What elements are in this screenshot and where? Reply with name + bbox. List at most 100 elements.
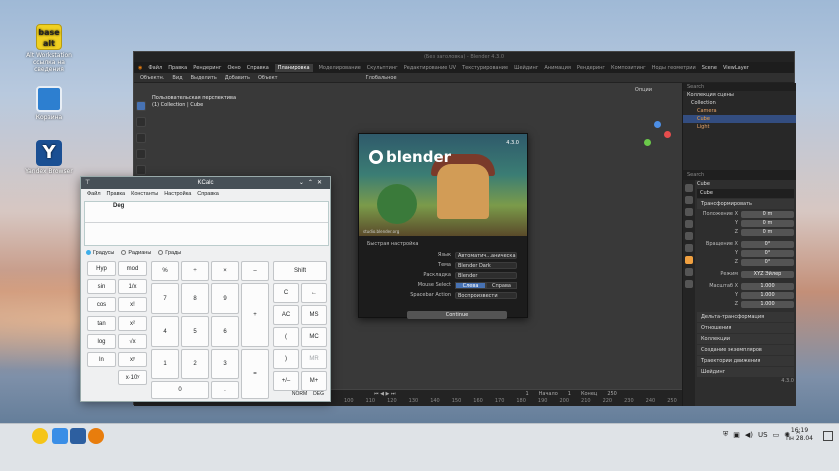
gizmo-x-axis[interactable] <box>664 131 671 138</box>
render-tab-icon[interactable] <box>685 196 693 204</box>
show-desktop-icon[interactable] <box>823 431 833 441</box>
workspace-tab[interactable]: Анимация <box>544 65 570 71</box>
workspace-tab[interactable]: Редактирование UV <box>404 65 456 71</box>
window-controls[interactable]: ⌄⌃✕ <box>299 177 326 189</box>
blender-logo-icon[interactable]: ◉ <box>138 65 142 71</box>
mouse-select-left[interactable]: Слева <box>455 281 486 289</box>
menu-add[interactable]: Добавить <box>225 75 250 81</box>
digit-5-button[interactable]: 5 <box>181 316 209 347</box>
radio-grads[interactable]: Грады <box>158 250 181 256</box>
digit-1-button[interactable]: 1 <box>151 349 179 379</box>
radio-degrees[interactable]: Градусы <box>86 250 114 256</box>
location-x-field[interactable]: 0 m <box>741 211 794 218</box>
collections-section[interactable]: Коллекции <box>697 334 794 344</box>
radio-radians[interactable]: Радианы <box>121 250 151 256</box>
menu-settings[interactable]: Настройка <box>164 191 191 197</box>
backspace-button[interactable]: ← <box>301 283 327 303</box>
menu-constants[interactable]: Константы <box>131 191 158 197</box>
physics-tab-icon[interactable] <box>685 280 693 288</box>
menu-help[interactable]: Справка <box>197 191 219 197</box>
modifier-tab-icon[interactable] <box>685 268 693 276</box>
square-button[interactable]: x² <box>118 316 147 331</box>
start-frame[interactable]: 1 <box>568 391 571 397</box>
cursor-tool-icon[interactable] <box>136 117 146 127</box>
plus-button[interactable]: + <box>241 283 269 347</box>
gizmo-z-axis[interactable] <box>654 121 661 128</box>
menu-window[interactable]: Окно <box>227 65 240 71</box>
digit-4-button[interactable]: 4 <box>151 316 179 347</box>
tan-button[interactable]: tan <box>87 316 116 331</box>
clock[interactable]: 16:19 пн 28.04 <box>786 427 813 443</box>
digit-3-button[interactable]: 3 <box>211 349 239 379</box>
right-paren-button[interactable]: ) <box>273 349 299 369</box>
menu-file[interactable]: Файл <box>87 191 101 197</box>
menu-file[interactable]: Файл <box>148 65 162 71</box>
scene-selector[interactable]: Scene <box>702 65 717 71</box>
clear-button[interactable]: C <box>273 283 299 303</box>
spacebar-select[interactable]: Воспроизвести <box>455 291 517 299</box>
pin-icon[interactable]: ⊤ <box>85 177 90 189</box>
volume-icon[interactable]: ◀) <box>745 431 753 439</box>
transform-section[interactable]: Трансформировать <box>697 199 794 209</box>
view-layer-tab-icon[interactable] <box>685 220 693 228</box>
desktop-icon-alt-info[interactable]: base alt Alt Workstation ссылка на сведе… <box>20 24 78 74</box>
kcalc-titlebar[interactable]: ⊤ KCalc ⌄⌃✕ <box>81 177 330 189</box>
menu-select[interactable]: Выделить <box>191 75 217 81</box>
location-z-field[interactable]: 0 m <box>741 229 794 236</box>
workspace-tab-layout[interactable]: Планировка <box>274 63 313 72</box>
shading-section[interactable]: Шейдинг <box>697 367 794 377</box>
gizmo-y-axis[interactable] <box>644 139 651 146</box>
clipboard-icon[interactable]: ▣ <box>733 431 740 439</box>
scene-tab-icon[interactable] <box>685 232 693 240</box>
object-name-field[interactable]: Cube <box>697 189 794 198</box>
mode-selector[interactable]: Объектн. <box>140 75 164 81</box>
memory-clear-button[interactable]: MC <box>301 327 327 347</box>
workspace-tab[interactable]: Текстурирование <box>462 65 508 71</box>
all-clear-button[interactable]: AC <box>273 305 299 325</box>
relations-section[interactable]: Отношения <box>697 323 794 333</box>
navigation-gizmo[interactable] <box>642 121 672 151</box>
memory-store-button[interactable]: MS <box>301 305 327 325</box>
theme-select[interactable]: Blender Dark <box>455 261 517 269</box>
select-tool-icon[interactable] <box>136 101 146 111</box>
rotation-x-field[interactable]: 0° <box>741 241 794 248</box>
equals-button[interactable]: = <box>241 349 269 399</box>
object-tab-icon[interactable] <box>685 256 693 264</box>
multiply-button[interactable]: × <box>211 261 239 281</box>
shield-icon[interactable]: ⛨ <box>723 430 728 439</box>
workspace-tab[interactable]: Рендеринг <box>577 65 605 71</box>
current-frame[interactable]: 1 <box>525 391 528 397</box>
language-select[interactable]: Автоматич...аническая) <box>455 251 517 259</box>
network-icon[interactable]: ▭ <box>773 431 780 439</box>
left-paren-button[interactable]: ( <box>273 327 299 347</box>
rotation-y-field[interactable]: 0° <box>741 250 794 257</box>
blender-titlebar[interactable]: (Без заголовка) - Blender 4.3.0 <box>134 52 794 62</box>
world-tab-icon[interactable] <box>685 244 693 252</box>
outliner-row-scene-collection[interactable]: Коллекция сцены <box>683 91 796 99</box>
menu-object[interactable]: Объект <box>258 75 278 81</box>
memory-recall-button[interactable]: MR <box>301 349 327 369</box>
location-y-field[interactable]: 0 m <box>741 220 794 227</box>
mod-button[interactable]: mod <box>118 261 147 276</box>
hyp-button[interactable]: Hyp <box>87 261 116 276</box>
sqrt-button[interactable]: √x <box>118 334 147 349</box>
keyboard-layout[interactable]: US <box>758 431 768 439</box>
divide-button[interactable]: ÷ <box>181 261 209 281</box>
scale-z-field[interactable]: 1.000 <box>741 301 794 308</box>
workspace-tab[interactable]: Скульптинг <box>367 65 398 71</box>
playback-controls[interactable]: ⏮ ◀ ▶ ⏭ <box>374 391 395 397</box>
rotation-mode-select[interactable]: XYZ Эйлер <box>741 271 794 278</box>
taskbar-app-icon[interactable] <box>70 428 86 444</box>
outliner-row-light[interactable]: Light <box>683 123 796 131</box>
menu-edit[interactable]: Правка <box>107 191 126 197</box>
workspace-tab[interactable]: Моделирование <box>319 65 361 71</box>
outliner-row-cube[interactable]: Cube <box>683 115 796 123</box>
reciprocal-button[interactable]: 1/x <box>118 279 147 294</box>
power-button[interactable]: xʸ <box>118 352 147 367</box>
digit-9-button[interactable]: 9 <box>211 283 239 314</box>
outliner-row-camera[interactable]: Camera <box>683 107 796 115</box>
workspace-tab[interactable]: Ноды геометрии <box>652 65 696 71</box>
instancing-section[interactable]: Создание экземпляров <box>697 345 794 355</box>
sin-button[interactable]: sin <box>87 279 116 294</box>
outliner-search[interactable]: Search <box>683 83 796 91</box>
